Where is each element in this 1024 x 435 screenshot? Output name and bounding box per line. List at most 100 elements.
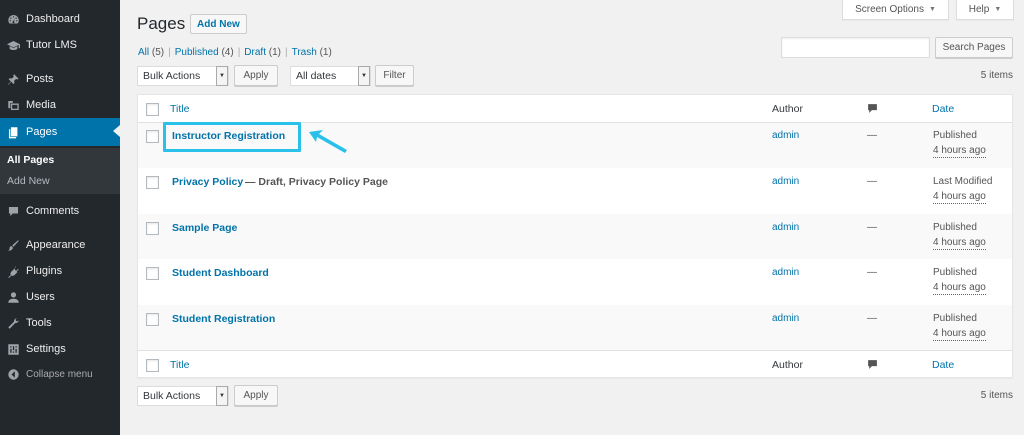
add-new-button[interactable]: Add New [190, 14, 247, 34]
dates-select[interactable]: All dates ▼ [290, 66, 371, 86]
comment-icon [0, 205, 26, 218]
table-footer: Title Author Date [138, 350, 1012, 378]
search-input[interactable] [781, 37, 930, 58]
caret-down-icon: ▼ [216, 66, 228, 86]
sidebar-item-label: Media [26, 99, 56, 111]
sidebar-item-label: Pages [26, 126, 58, 138]
row-title-link[interactable]: Privacy Policy [172, 176, 243, 188]
screen-options-label: Screen Options [855, 4, 924, 15]
highlight-box [163, 122, 301, 152]
row-author-link[interactable]: admin [772, 313, 799, 324]
apply-button[interactable]: Apply [234, 65, 278, 86]
sidebar-item-label: Tools [26, 317, 52, 329]
row-date: 4 hours ago [933, 328, 986, 341]
row-author-link[interactable]: admin [772, 130, 799, 141]
bulk-actions-value: Bulk Actions [143, 70, 201, 82]
row-author-link[interactable]: admin [772, 176, 799, 187]
page-title: Pages [137, 14, 186, 33]
users-icon [0, 291, 26, 304]
sidebar-item-label: Dashboard [26, 13, 80, 25]
help-label: Help [968, 4, 990, 15]
items-count-bottom: 5 items [980, 390, 1013, 401]
row-status: Published [933, 267, 977, 278]
collapse-menu-button[interactable]: Collapse menu [0, 361, 120, 387]
table-row: Student Registration admin — Published 4… [138, 305, 1012, 350]
column-date-header[interactable]: Date [932, 103, 954, 115]
column-title-footer[interactable]: Title [170, 359, 189, 371]
view-all[interactable]: All (5) [138, 47, 164, 58]
column-author-header: Author [772, 103, 803, 115]
row-status: Published [933, 313, 977, 324]
row-title-link[interactable]: Student Registration [172, 313, 275, 325]
collapse-menu-label: Collapse menu [26, 368, 93, 380]
row-date: 4 hours ago [933, 145, 986, 158]
caret-down-icon: ▼ [358, 66, 370, 86]
settings-icon [0, 343, 26, 356]
row-post-state: — Draft, Privacy Policy Page [245, 176, 388, 188]
sidebar-item-tutor-lms[interactable]: Tutor LMS [0, 32, 120, 58]
status-views: All (5) | Published (4) | Draft (1) | Trash (1… [138, 47, 332, 58]
table-row: Sample Page admin — Published 4 hours ag… [138, 214, 1012, 259]
sidebar-item-dashboard[interactable]: Dashboard [0, 6, 120, 32]
row-checkbox[interactable] [146, 222, 159, 235]
submenu-all-pages[interactable]: All Pages [7, 154, 54, 166]
row-comments: — [867, 176, 877, 187]
wrench-icon [0, 317, 26, 330]
row-date: 4 hours ago [933, 282, 986, 295]
graduation-cap-icon [0, 39, 26, 52]
sidebar-item-label: Appearance [26, 239, 86, 251]
pushpin-icon [0, 73, 26, 86]
row-checkbox[interactable] [146, 267, 159, 280]
row-status: Published [933, 222, 977, 233]
column-date-footer[interactable]: Date [932, 359, 954, 371]
help-button[interactable]: Help ▼ [956, 0, 1014, 20]
row-author-link[interactable]: admin [772, 267, 799, 278]
apply-button-bottom[interactable]: Apply [234, 385, 278, 406]
screen-options-button[interactable]: Screen Options ▼ [842, 0, 949, 20]
sidebar-item-label: Posts [26, 73, 54, 85]
row-comments: — [867, 130, 877, 141]
row-author-link[interactable]: admin [772, 222, 799, 233]
bulk-actions-select-bottom[interactable]: Bulk Actions ▼ [137, 386, 229, 406]
view-published[interactable]: Published (4) [175, 47, 234, 58]
select-all-checkbox[interactable] [146, 103, 159, 116]
dashboard-icon [0, 13, 26, 26]
row-date: 4 hours ago [933, 191, 986, 204]
sidebar-item-media[interactable]: Media [0, 92, 120, 118]
caret-down-icon: ▼ [216, 386, 228, 406]
bulk-actions-select[interactable]: Bulk Actions ▼ [137, 66, 229, 86]
sidebar-item-users[interactable]: Users [0, 284, 120, 310]
admin-sidebar: Dashboard Tutor LMS Posts Media Pages Al… [0, 0, 120, 435]
select-all-checkbox-footer[interactable] [146, 359, 159, 372]
comment-bubble-icon [867, 359, 878, 373]
sidebar-item-label: Tutor LMS [26, 39, 77, 51]
sidebar-item-settings[interactable]: Settings [0, 336, 120, 362]
column-title-header[interactable]: Title [170, 103, 189, 115]
pages-icon [0, 126, 26, 139]
sidebar-item-plugins[interactable]: Plugins [0, 258, 120, 284]
sidebar-item-appearance[interactable]: Appearance [0, 232, 120, 258]
comment-bubble-icon [867, 103, 878, 117]
caret-down-icon: ▼ [994, 6, 1002, 13]
search-pages-button[interactable]: Search Pages [935, 37, 1013, 58]
table-header: Title Author Date [138, 95, 1012, 123]
items-count: 5 items [980, 70, 1013, 81]
collapse-icon [0, 368, 26, 381]
sidebar-item-posts[interactable]: Posts [0, 66, 120, 92]
sidebar-item-tools[interactable]: Tools [0, 310, 120, 336]
table-row: Student Dashboard admin — Published 4 ho… [138, 259, 1012, 305]
dates-value: All dates [296, 70, 337, 82]
filter-button[interactable]: Filter [375, 65, 414, 86]
sidebar-item-comments[interactable]: Comments [0, 198, 120, 224]
row-title-link[interactable]: Student Dashboard [172, 267, 269, 279]
submenu-add-new[interactable]: Add New [7, 175, 50, 187]
row-title-link[interactable]: Sample Page [172, 222, 237, 234]
pages-submenu: All Pages Add New [0, 148, 120, 194]
row-checkbox[interactable] [146, 313, 159, 326]
row-checkbox[interactable] [146, 176, 159, 189]
view-draft[interactable]: Draft (1) [244, 47, 281, 58]
sidebar-item-pages[interactable]: Pages [0, 118, 120, 146]
sidebar-item-label: Settings [26, 343, 66, 355]
view-trash[interactable]: Trash (1) [292, 47, 332, 58]
row-checkbox[interactable] [146, 130, 159, 143]
